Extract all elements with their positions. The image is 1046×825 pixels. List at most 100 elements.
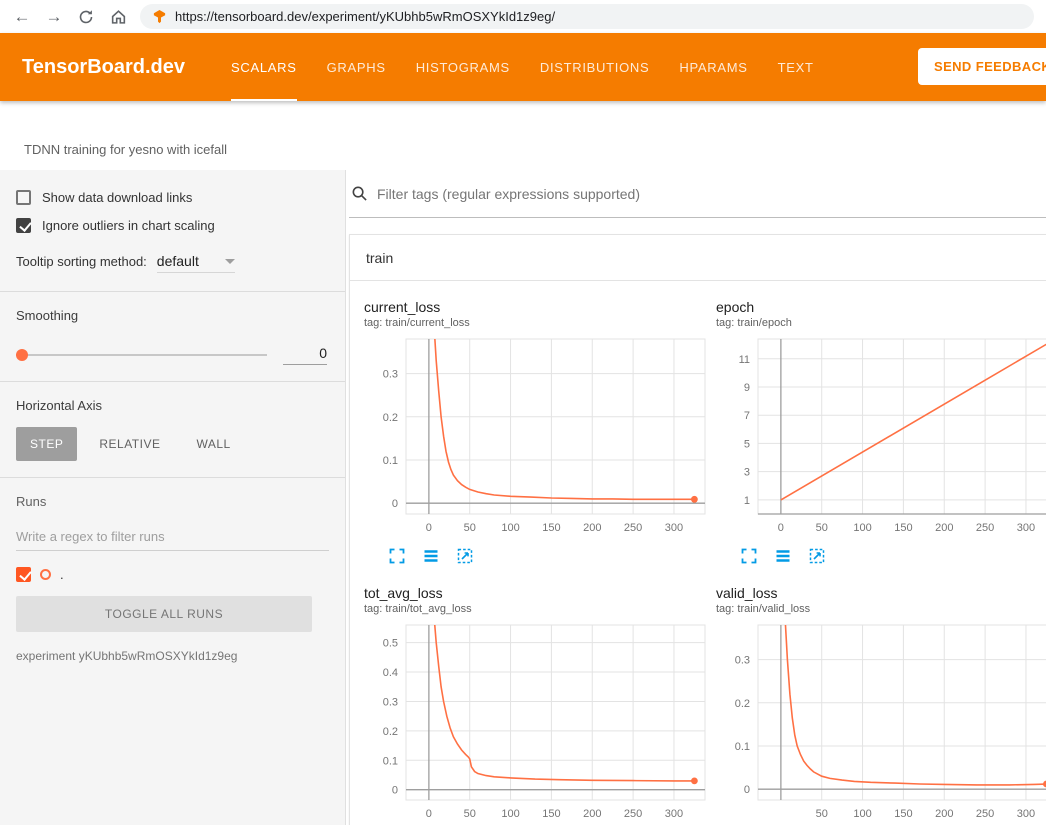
svg-text:300: 300: [665, 808, 683, 820]
smoothing-value[interactable]: 0: [283, 345, 327, 365]
ignore-outliers-row[interactable]: Ignore outliers in chart scaling: [16, 218, 329, 233]
tensorboard-window: ← → https://tensorboard.dev/experiment/y…: [0, 0, 1046, 825]
chart-options-icon[interactable]: [774, 545, 792, 567]
svg-text:0: 0: [426, 808, 432, 820]
tab-graphs[interactable]: GRAPHS: [327, 33, 386, 101]
show-download-links-checkbox[interactable]: [16, 190, 31, 205]
svg-text:50: 50: [816, 522, 828, 534]
chart-title: current_loss: [364, 299, 708, 315]
train-group-card: train current_loss tag: train/current_lo…: [349, 234, 1046, 825]
svg-text:0.2: 0.2: [735, 698, 750, 710]
chart-title: tot_avg_loss: [364, 585, 708, 601]
forward-icon[interactable]: →: [44, 7, 64, 27]
run-color-swatch-icon: [40, 569, 51, 580]
svg-text:200: 200: [583, 522, 601, 534]
svg-text:0.1: 0.1: [735, 741, 750, 753]
reload-icon[interactable]: [76, 7, 96, 27]
svg-text:0.2: 0.2: [383, 412, 398, 424]
svg-text:250: 250: [624, 808, 642, 820]
svg-text:100: 100: [501, 522, 519, 534]
smoothing-label: Smoothing: [16, 308, 329, 323]
chart-toolbar: [740, 545, 1046, 567]
address-bar[interactable]: https://tensorboard.dev/experiment/yKUbh…: [140, 4, 1034, 29]
valid-loss-line-chart[interactable]: 5010015020025030000.10.20.3: [716, 619, 1046, 824]
svg-text:0: 0: [778, 522, 784, 534]
svg-text:100: 100: [501, 808, 519, 820]
chart-card-current-loss: current_loss tag: train/current_loss 050…: [364, 299, 708, 567]
axis-wall-button[interactable]: WALL: [182, 427, 244, 461]
run-row[interactable]: .: [16, 567, 329, 582]
home-icon[interactable]: [108, 7, 128, 27]
svg-text:0: 0: [744, 784, 750, 796]
tag-filter-input[interactable]: [377, 186, 1044, 202]
svg-text:250: 250: [624, 522, 642, 534]
axis-relative-button[interactable]: RELATIVE: [85, 427, 174, 461]
show-download-links-row[interactable]: Show data download links: [16, 190, 329, 205]
chart-card-epoch: epoch tag: train/epoch 05010015020025030…: [716, 299, 1046, 567]
svg-text:0.4: 0.4: [383, 667, 398, 679]
send-feedback-button[interactable]: SEND FEEDBACK: [918, 48, 1046, 85]
tab-histograms[interactable]: HISTOGRAMS: [416, 33, 510, 101]
tooltip-sorting-select[interactable]: default: [157, 253, 235, 273]
tooltip-sorting-value: default: [157, 253, 199, 269]
app-header: TensorBoard.dev SCALARS GRAPHS HISTOGRAM…: [0, 33, 1046, 101]
svg-text:0.3: 0.3: [735, 655, 750, 667]
toggle-all-runs-button[interactable]: TOGGLE ALL RUNS: [16, 596, 312, 632]
content-area: Show data download links Ignore outliers…: [0, 170, 1046, 825]
runs-filter-input[interactable]: [16, 525, 329, 551]
svg-text:200: 200: [935, 808, 953, 820]
browser-toolbar: ← → https://tensorboard.dev/experiment/y…: [0, 0, 1046, 33]
chart-tag: tag: train/epoch: [716, 317, 1046, 329]
tab-distributions[interactable]: DISTRIBUTIONS: [540, 33, 650, 101]
smoothing-slider-thumb[interactable]: [16, 349, 28, 361]
tag-filter-row: [349, 170, 1046, 218]
chart-title: epoch: [716, 299, 1046, 315]
tot-avg-loss-line-chart[interactable]: 05010015020025030000.10.20.30.40.5: [364, 619, 708, 824]
tab-hparams[interactable]: HPARAMS: [679, 33, 747, 101]
expand-chart-icon[interactable]: [388, 545, 406, 567]
horizontal-axis-label: Horizontal Axis: [16, 398, 329, 413]
chart-options-icon[interactable]: [422, 545, 440, 567]
chart-tag: tag: train/tot_avg_loss: [364, 603, 708, 615]
experiment-title: TDNN training for yesno with icefall: [24, 142, 227, 157]
svg-text:100: 100: [853, 522, 871, 534]
svg-text:200: 200: [935, 522, 953, 534]
sidebar-divider: [0, 381, 345, 382]
svg-text:9: 9: [744, 382, 750, 394]
group-header-train[interactable]: train: [350, 235, 1046, 281]
chart-tag: tag: train/current_loss: [364, 317, 708, 329]
svg-text:0.5: 0.5: [383, 638, 398, 650]
current-loss-line-chart[interactable]: 05010015020025030000.10.20.3: [364, 333, 708, 538]
svg-text:0.2: 0.2: [383, 726, 398, 738]
experiment-id-label: experiment yKUbhb5wRmOSXYkId1z9eg: [16, 649, 329, 663]
smoothing-slider-row: 0: [16, 345, 327, 365]
tooltip-sorting-row: Tooltip sorting method: default: [16, 253, 329, 273]
svg-text:0.1: 0.1: [383, 455, 398, 467]
run-name: .: [60, 567, 64, 582]
ignore-outliers-label: Ignore outliers in chart scaling: [42, 218, 215, 233]
back-icon[interactable]: ←: [12, 7, 32, 27]
svg-text:100: 100: [853, 808, 871, 820]
smoothing-slider[interactable]: [16, 354, 267, 356]
run-checkbox[interactable]: [16, 567, 31, 582]
svg-text:11: 11: [739, 354, 750, 366]
svg-text:1: 1: [744, 495, 750, 507]
ignore-outliers-checkbox[interactable]: [16, 218, 31, 233]
url-text: https://tensorboard.dev/experiment/yKUbh…: [175, 9, 555, 24]
axis-step-button[interactable]: STEP: [16, 427, 77, 461]
fit-domain-icon[interactable]: [456, 545, 474, 567]
tooltip-sorting-label: Tooltip sorting method:: [16, 254, 147, 269]
epoch-line-chart[interactable]: 0501001502002503001357911: [716, 333, 1046, 538]
charts-grid: current_loss tag: train/current_loss 0 50…: [350, 281, 1046, 825]
fit-domain-icon[interactable]: [808, 545, 826, 567]
chart-card-tot-avg-loss: tot_avg_loss tag: train/tot_avg_loss 050…: [364, 585, 708, 825]
chart-toolbar: [388, 545, 708, 567]
tab-text[interactable]: TEXT: [778, 33, 814, 101]
horizontal-axis-buttons: STEP RELATIVE WALL: [16, 427, 329, 461]
chart-title: valid_loss: [716, 585, 1046, 601]
svg-text:150: 150: [542, 522, 560, 534]
chart-card-valid-loss: valid_loss tag: train/valid_loss 5010015…: [716, 585, 1046, 825]
settings-sidebar: Show data download links Ignore outliers…: [0, 170, 346, 825]
tab-scalars[interactable]: SCALARS: [231, 33, 297, 101]
expand-chart-icon[interactable]: [740, 545, 758, 567]
